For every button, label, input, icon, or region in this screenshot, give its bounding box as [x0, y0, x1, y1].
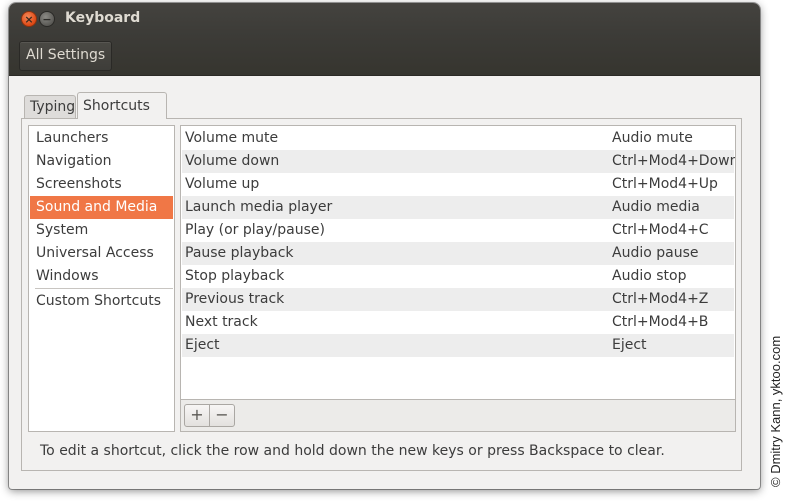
category-universal-access[interactable]: Universal Access	[30, 242, 173, 265]
add-shortcut-button[interactable]: +	[184, 404, 210, 427]
shortcut-action: Stop playback	[185, 268, 285, 284]
category-screenshots[interactable]: Screenshots	[30, 173, 173, 196]
shortcut-accel: Ctrl+Mod4+Up	[612, 176, 718, 192]
shortcut-row[interactable]: Stop playback Audio stop	[182, 265, 734, 288]
shortcut-action: Previous track	[185, 291, 285, 307]
shortcut-action: Volume mute	[185, 130, 279, 146]
toolbar: All Settings	[9, 36, 760, 76]
remove-shortcut-button[interactable]: −	[209, 404, 235, 427]
category-divider	[35, 288, 173, 289]
shortcut-accel: Audio media	[612, 199, 700, 215]
shortcuts-panel: Launchers Navigation Screenshots Sound a…	[21, 118, 742, 471]
title-bar: × − Keyboard	[9, 3, 760, 36]
all-settings-button[interactable]: All Settings	[19, 41, 113, 71]
close-icon: ×	[24, 12, 34, 26]
category-list: Launchers Navigation Screenshots Sound a…	[28, 125, 175, 432]
shortcut-action: Volume down	[185, 153, 280, 169]
shortcut-accel: Ctrl+Mod4+Down	[612, 153, 736, 169]
minus-icon: −	[215, 405, 229, 424]
shortcut-row[interactable]: Launch media player Audio media	[182, 196, 734, 219]
shortcut-row[interactable]: Pause playback Audio pause	[182, 242, 734, 265]
shortcut-accel: Audio mute	[612, 130, 693, 146]
list-toolbar: + −	[180, 399, 736, 432]
category-sound-and-media[interactable]: Sound and Media	[30, 196, 173, 219]
shortcut-row[interactable]: Volume mute Audio mute	[182, 127, 734, 150]
shortcut-action: Volume up	[185, 176, 260, 192]
keyboard-window: × − Keyboard All Settings Typing Shortcu…	[9, 3, 760, 489]
shortcut-row[interactable]: Previous track Ctrl+Mod4+Z	[182, 288, 734, 311]
minimize-button[interactable]: −	[39, 11, 55, 27]
shortcut-row[interactable]: Volume down Ctrl+Mod4+Down	[182, 150, 736, 173]
shortcut-action: Eject	[185, 337, 220, 353]
shortcut-action: Launch media player	[185, 199, 333, 215]
window-title: Keyboard	[65, 10, 141, 26]
shortcut-row[interactable]: Eject Eject	[182, 334, 734, 357]
shortcut-accel: Audio pause	[612, 245, 699, 261]
shortcut-accel: Ctrl+Mod4+B	[612, 314, 709, 330]
shortcut-row[interactable]: Next track Ctrl+Mod4+B	[182, 311, 734, 334]
shortcut-accel: Ctrl+Mod4+Z	[612, 291, 709, 307]
close-button[interactable]: ×	[21, 11, 37, 27]
shortcut-row[interactable]: Volume up Ctrl+Mod4+Up	[182, 173, 734, 196]
category-launchers[interactable]: Launchers	[30, 127, 173, 150]
shortcut-row[interactable]: Play (or play/pause) Ctrl+Mod4+C	[182, 219, 734, 242]
shortcut-accel: Ctrl+Mod4+C	[612, 222, 709, 238]
shortcut-accel: Audio stop	[612, 268, 687, 284]
tab-typing[interactable]: Typing	[24, 95, 76, 118]
category-custom-shortcuts[interactable]: Custom Shortcuts	[30, 290, 173, 313]
category-system[interactable]: System	[30, 219, 173, 242]
help-text: To edit a shortcut, click the row and ho…	[40, 443, 665, 459]
shortcut-accel: Eject	[612, 337, 647, 353]
shortcut-action: Pause playback	[185, 245, 294, 261]
minimize-icon: −	[42, 12, 52, 26]
shortcut-list: Volume mute Audio mute Volume down Ctrl+…	[180, 125, 736, 400]
category-navigation[interactable]: Navigation	[30, 150, 173, 173]
copyright-text: © Dmitry Kann, yktoo.com	[768, 335, 783, 487]
shortcut-action: Next track	[185, 314, 258, 330]
category-windows[interactable]: Windows	[30, 265, 173, 288]
shortcut-action: Play (or play/pause)	[185, 222, 325, 238]
plus-icon: +	[190, 405, 204, 424]
tab-shortcuts[interactable]: Shortcuts	[77, 92, 167, 119]
